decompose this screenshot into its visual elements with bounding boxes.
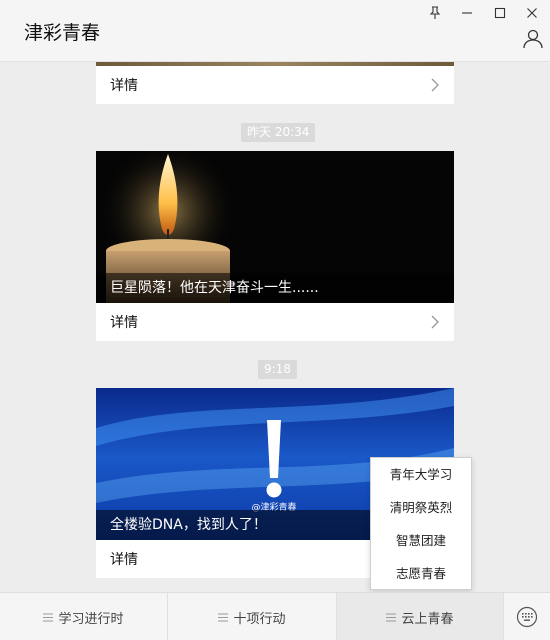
minimize-icon bbox=[462, 12, 472, 14]
menu-icon bbox=[218, 613, 229, 621]
details-row[interactable]: 详情 bbox=[96, 66, 454, 104]
title-bar: 津彩青春 bbox=[0, 0, 550, 62]
keyboard-toggle-button[interactable] bbox=[504, 593, 550, 640]
menu-item-qingming-martyrs[interactable]: 清明祭英烈 bbox=[371, 491, 471, 524]
article-card[interactable]: 巨星陨落！他在天津奋斗一生...... 详情 bbox=[96, 151, 454, 341]
menu-icon bbox=[43, 613, 54, 621]
user-profile-button[interactable] bbox=[522, 28, 544, 50]
details-label: 详情 bbox=[110, 315, 138, 331]
timestamp-badge: 昨天 20:34 bbox=[241, 123, 316, 142]
tab-ten-actions[interactable]: 十项行动 bbox=[168, 593, 337, 640]
timestamp-badge: 9:18 bbox=[258, 360, 297, 379]
tab-popup-menu: 青年大学习 清明祭英烈 智慧团建 志愿青春 bbox=[370, 457, 472, 590]
pin-button[interactable] bbox=[420, 2, 450, 24]
article-card-top[interactable]: 详情 bbox=[96, 62, 454, 104]
details-row[interactable]: 详情 bbox=[96, 303, 454, 341]
chevron-right-icon bbox=[431, 315, 439, 329]
menu-item-youth-study[interactable]: 青年大学习 bbox=[371, 458, 471, 491]
menu-icon bbox=[386, 613, 397, 621]
details-label: 详情 bbox=[110, 552, 138, 568]
menu-item-smart-league[interactable]: 智慧团建 bbox=[371, 524, 471, 557]
keyboard-icon bbox=[516, 606, 538, 627]
user-icon bbox=[523, 29, 543, 49]
close-icon bbox=[527, 8, 537, 18]
bottom-menu-bar: 学习进行时 十项行动 云上青春 bbox=[0, 592, 550, 640]
tab-label: 学习进行时 bbox=[58, 611, 124, 627]
article-caption: 巨星陨落！他在天津奋斗一生...... bbox=[96, 273, 454, 303]
pin-icon bbox=[429, 6, 441, 19]
minimize-button[interactable] bbox=[452, 2, 482, 24]
tab-study[interactable]: 学习进行时 bbox=[0, 593, 168, 640]
tab-cloud-youth[interactable]: 云上青春 bbox=[337, 593, 504, 640]
maximize-icon bbox=[494, 7, 506, 19]
article-cover-image: 巨星陨落！他在天津奋斗一生...... bbox=[96, 151, 454, 303]
close-button[interactable] bbox=[517, 2, 547, 24]
chevron-right-icon bbox=[431, 78, 439, 92]
app-title: 津彩青春 bbox=[24, 22, 101, 44]
maximize-button[interactable] bbox=[485, 2, 515, 24]
tab-label: 云上青春 bbox=[401, 611, 454, 627]
details-label: 详情 bbox=[110, 78, 138, 94]
tab-label: 十项行动 bbox=[233, 611, 286, 627]
menu-item-volunteer-youth[interactable]: 志愿青春 bbox=[371, 557, 471, 590]
